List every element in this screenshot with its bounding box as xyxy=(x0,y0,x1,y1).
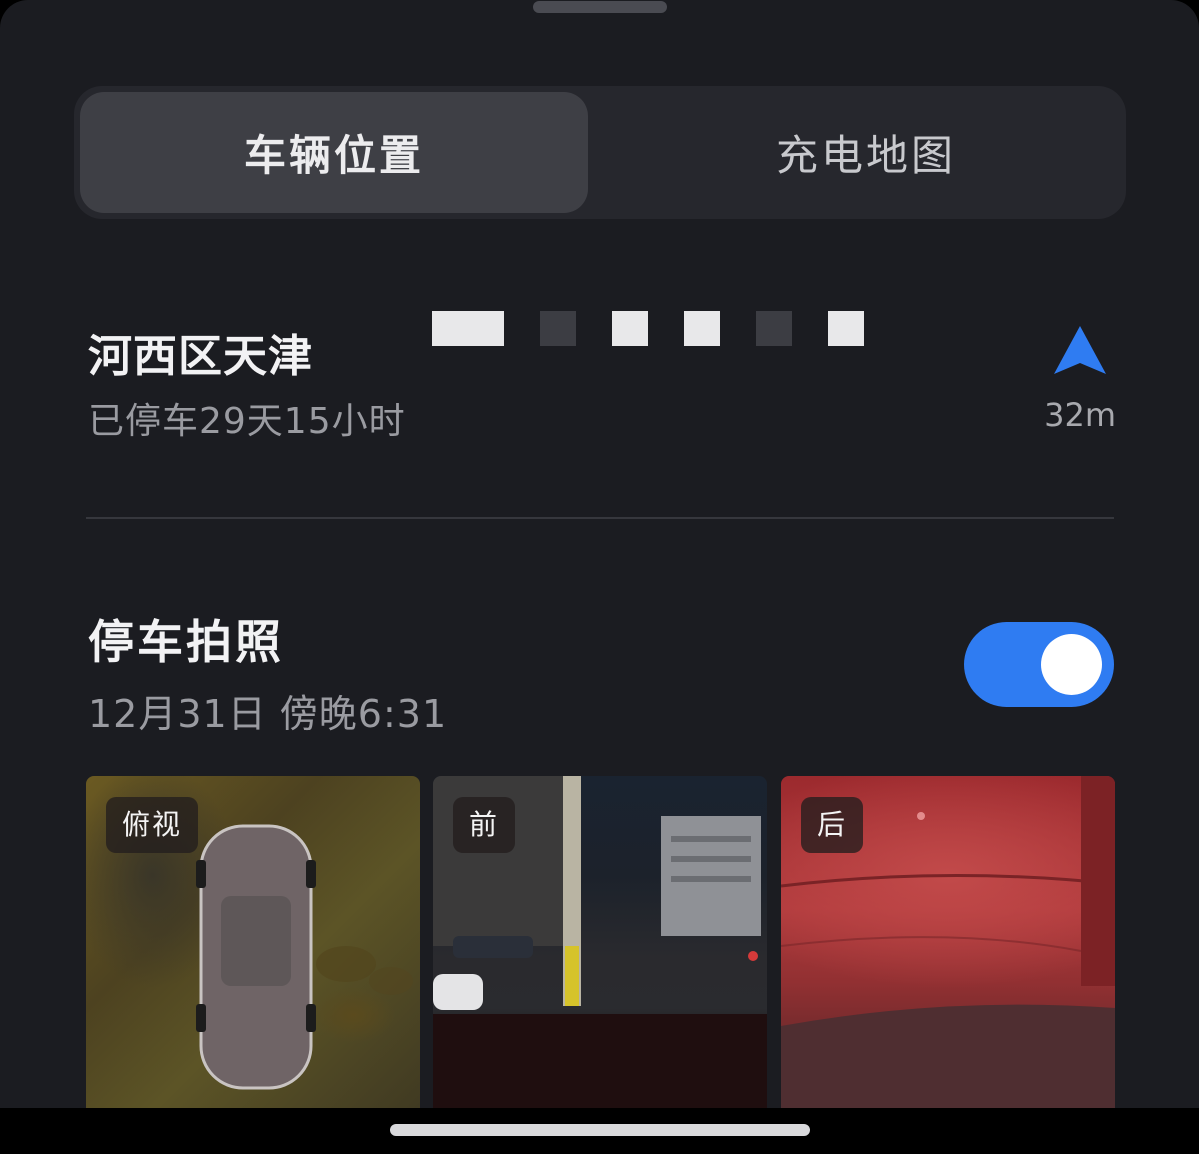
redaction-block xyxy=(612,311,648,346)
home-indicator[interactable] xyxy=(390,1124,810,1136)
parked-duration: 已停车29天15小时 xyxy=(88,401,406,442)
redaction-block xyxy=(540,311,576,346)
redaction-block xyxy=(684,311,720,346)
vehicle-address: 河西区天津 xyxy=(88,331,313,382)
photo-front-view[interactable]: 前 xyxy=(433,776,767,1108)
tab-charging-map[interactable]: 充电地图 xyxy=(612,92,1120,213)
toggle-knob xyxy=(1041,634,1102,695)
parking-photo-title: 停车拍照 xyxy=(88,615,284,669)
segmented-control: 车辆位置 充电地图 xyxy=(74,86,1126,219)
divider xyxy=(86,517,1114,519)
redaction-block xyxy=(828,311,864,346)
photo-label: 后 xyxy=(801,797,864,853)
distance-label: 32m xyxy=(1044,396,1116,434)
parking-photo-timestamp: 12月31日 傍晚6:31 xyxy=(88,692,448,736)
photo-top-view[interactable]: 俯视 xyxy=(86,776,420,1108)
navigation-arrow-icon[interactable] xyxy=(1054,326,1106,376)
sheet-grabber[interactable] xyxy=(533,1,667,13)
photo-rear-view[interactable]: 后 xyxy=(781,776,1115,1108)
redaction-block xyxy=(432,311,504,346)
parking-photo-toggle[interactable] xyxy=(964,622,1114,707)
redaction-block xyxy=(756,311,792,346)
tab-vehicle-location[interactable]: 车辆位置 xyxy=(80,92,588,213)
bottom-sheet: 车辆位置 充电地图 河西区天津 已停车29天15小时 32m 停车拍照 12月3… xyxy=(0,0,1199,1108)
photo-label: 前 xyxy=(453,797,516,853)
photo-label: 俯视 xyxy=(106,797,199,853)
